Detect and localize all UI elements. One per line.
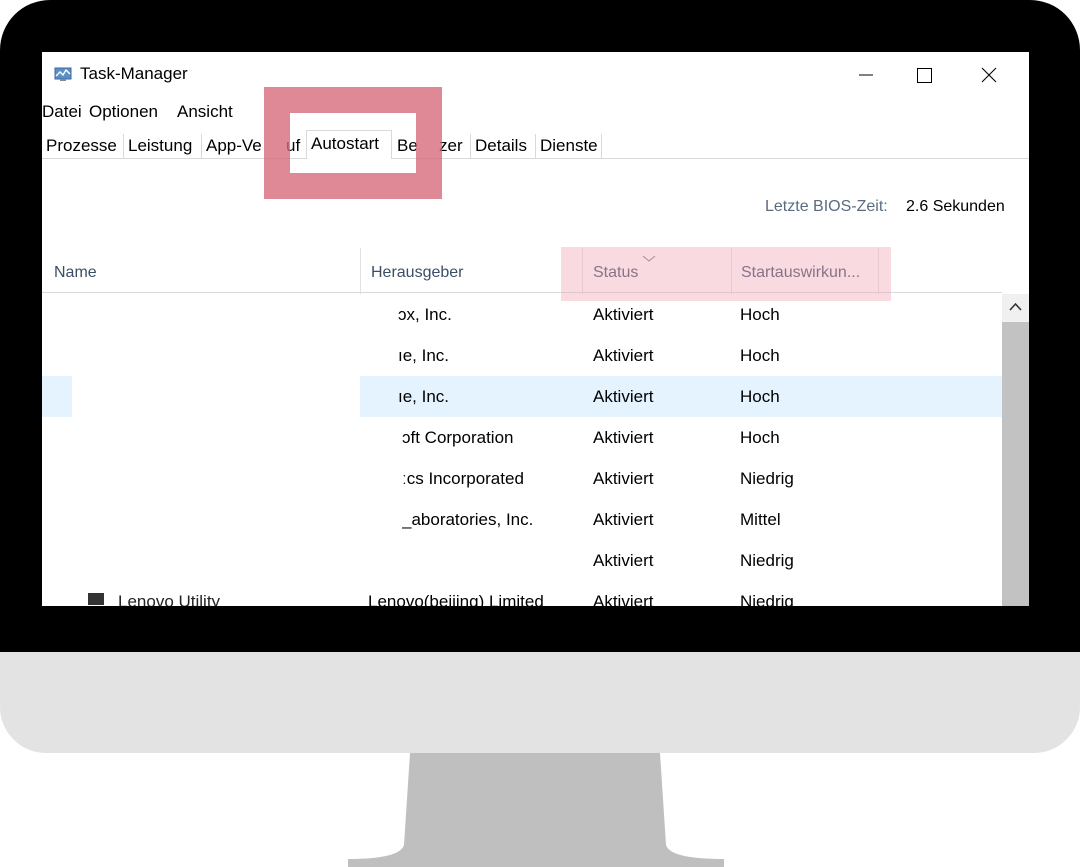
tab-details[interactable]: Details (471, 134, 536, 158)
row-publisher: ɔft Corporation (402, 428, 514, 447)
row-impact: Hoch (740, 428, 780, 447)
column-header-publisher[interactable]: Herausgeber (371, 264, 464, 282)
title-bar: Task-Manager (42, 52, 1029, 98)
maximize-button[interactable] (900, 60, 946, 90)
row-status: Aktiviert (593, 346, 654, 365)
tab-bar: Prozesse Leistung App-Ve uf Autostart Be… (42, 124, 1029, 159)
table-row[interactable]: ːcs Incorporated Aktiviert Niedrig (42, 458, 1002, 499)
menu-ansicht[interactable]: Ansicht (177, 102, 233, 122)
row-impact: Niedrig (740, 469, 794, 488)
table-row[interactable]: Lenovo Utility Lenovo(beijing) Limited A… (42, 581, 1002, 606)
row-status: Aktiviert (593, 305, 654, 324)
row-status: Aktiviert (593, 510, 654, 529)
close-button[interactable] (966, 60, 1012, 90)
tab-benutzer-suffix[interactable]: zer (439, 134, 471, 158)
row-name: Lenovo Utility (118, 592, 221, 606)
row-publisher: ıe, Inc. (398, 387, 450, 406)
task-manager-icon (54, 66, 72, 82)
menu-optionen[interactable]: Optionen (89, 102, 158, 122)
bios-time-value: 2.6 Sekunden (906, 198, 1005, 215)
row-impact: Hoch (740, 346, 780, 365)
row-status: Aktiviert (593, 592, 654, 606)
tab-app-verlauf[interactable]: App-Ve (202, 134, 268, 158)
monitor-chin (0, 652, 1080, 753)
menu-datei[interactable]: Datei (42, 102, 82, 122)
monitor-stand (348, 753, 724, 867)
row-impact: Hoch (740, 305, 780, 324)
tab-leistung[interactable]: Leistung (124, 134, 202, 158)
row-status: Aktiviert (593, 387, 654, 406)
autostart-tab-highlight (264, 87, 442, 199)
close-icon (981, 67, 997, 83)
tab-dienste[interactable]: Dienste (536, 134, 602, 158)
vertical-scrollbar[interactable] (1002, 294, 1029, 606)
scroll-thumb[interactable] (1002, 322, 1029, 606)
table-row[interactable]: Aktiviert Niedrig (42, 540, 1002, 581)
tab-prozesse[interactable]: Prozesse (42, 134, 124, 158)
table-row[interactable]: ıe, Inc. Aktiviert Hoch (42, 335, 1002, 376)
task-manager-window: Task-Manager Datei Optionen Ansicht Proz… (42, 52, 1029, 606)
row-publisher: Lenovo(beijing) Limited (368, 592, 544, 606)
row-publisher: ɔx, Inc. (398, 305, 452, 324)
row-impact: Niedrig (740, 592, 794, 606)
row-impact: Mittel (740, 510, 781, 529)
minimize-button[interactable] (842, 60, 888, 90)
row-impact: Hoch (740, 387, 780, 406)
row-status: Aktiviert (593, 551, 654, 570)
minimize-icon (859, 74, 873, 76)
row-status: Aktiviert (593, 469, 654, 488)
redacted-name-area (72, 376, 360, 417)
bios-time-label: Letzte BIOS-Zeit: (765, 198, 888, 215)
row-publisher: ıe, Inc. (398, 346, 450, 365)
row-publisher: ːcs Incorporated (402, 469, 524, 488)
selected-row-edge (42, 376, 72, 417)
app-icon (88, 593, 104, 605)
column-divider[interactable] (360, 248, 361, 294)
row-publisher: _aboratories, Inc. (402, 510, 534, 529)
table-row[interactable]: ɔft Corporation Aktiviert Hoch (42, 417, 1002, 458)
scroll-up-button[interactable] (1002, 294, 1029, 320)
maximize-icon (917, 68, 932, 83)
column-header-name[interactable]: Name (54, 264, 97, 282)
row-status: Aktiviert (593, 428, 654, 447)
status-columns-highlight (561, 247, 891, 301)
menu-bar: Datei Optionen Ansicht (42, 98, 1029, 124)
window-title: Task-Manager (80, 64, 188, 83)
row-impact: Niedrig (740, 551, 794, 570)
chevron-up-icon (1009, 302, 1022, 311)
table-row[interactable]: _aboratories, Inc. Aktiviert Mittel (42, 499, 1002, 540)
